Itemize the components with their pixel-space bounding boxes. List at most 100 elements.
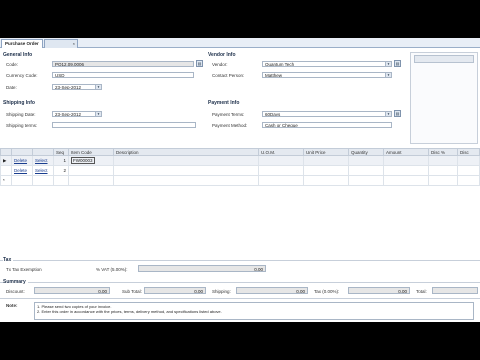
total-field bbox=[432, 287, 478, 294]
payment-terms-lookup-icon[interactable]: ▤ bbox=[394, 110, 401, 117]
description-cell[interactable] bbox=[113, 165, 259, 176]
grid-header-disc-pct[interactable]: Disc % bbox=[428, 148, 458, 156]
select-cell bbox=[32, 175, 54, 186]
new-row-marker-icon: * bbox=[0, 175, 12, 186]
table-row[interactable]: Delete Select 2 bbox=[0, 165, 480, 176]
disc-cell[interactable] bbox=[457, 155, 480, 166]
grid-header-seq[interactable]: Seq bbox=[53, 148, 69, 156]
tab-secondary[interactable]: × bbox=[44, 39, 78, 48]
shipping-date-label: Shipping Date: bbox=[6, 112, 36, 117]
disc-pct-cell[interactable] bbox=[428, 175, 458, 186]
quantity-cell[interactable] bbox=[348, 175, 384, 186]
summary-divider bbox=[0, 282, 480, 283]
currency-label: Currency Code: bbox=[6, 73, 38, 78]
payment-method-label: Payment Method: bbox=[212, 123, 248, 128]
close-icon[interactable]: × bbox=[73, 40, 75, 48]
shipping-date-field[interactable]: 23-Sep-2012 ▼ bbox=[52, 111, 102, 117]
delete-link[interactable]: Delete bbox=[14, 168, 27, 173]
notes-textarea[interactable]: 1. Please send two copies of your invoic… bbox=[34, 302, 474, 320]
subtotal-label: Sub Total: bbox=[122, 289, 142, 294]
shipping-terms-field[interactable] bbox=[52, 122, 196, 128]
item-code-cell[interactable] bbox=[68, 165, 114, 176]
general-info-title: General Info bbox=[3, 52, 33, 58]
notes-line-2: 2. Enter this order in accordance with t… bbox=[37, 309, 222, 314]
line-items-grid: Seq Item Code Description U.O.M. Unit Pr… bbox=[0, 148, 480, 186]
summary-title: Summary bbox=[3, 279, 28, 285]
amount-cell bbox=[383, 165, 429, 176]
discount-field: 0.00 bbox=[34, 287, 110, 294]
shipping-cost-field[interactable]: 0.00 bbox=[236, 287, 308, 294]
tax-exemption-label: Tx Tax Exemption bbox=[6, 267, 42, 272]
grid-header-description[interactable]: Description bbox=[113, 148, 259, 156]
vendor-info-title: Vendor Info bbox=[208, 52, 236, 58]
select-link[interactable]: Select bbox=[35, 168, 48, 173]
seq-cell: 2 bbox=[53, 165, 69, 176]
grid-header-unit-price[interactable]: Unit Price bbox=[303, 148, 349, 156]
payment-terms-label: Payment Terms: bbox=[212, 112, 245, 117]
item-code-cell[interactable] bbox=[68, 175, 114, 186]
grid-header-quantity[interactable]: Quantity bbox=[348, 148, 384, 156]
payment-method-field[interactable]: Cash or Cheque bbox=[262, 122, 392, 128]
chevron-down-icon[interactable]: ▼ bbox=[385, 73, 391, 77]
item-code-input[interactable]: FW00003 bbox=[71, 157, 95, 164]
chevron-down-icon[interactable]: ▼ bbox=[385, 112, 391, 116]
disc-cell[interactable] bbox=[457, 175, 480, 186]
shipping-info-title: Shipping Info bbox=[3, 100, 35, 106]
grid-header-amount[interactable]: Amount bbox=[383, 148, 429, 156]
grid-header-marker bbox=[0, 148, 12, 156]
code-label: Code: bbox=[6, 62, 19, 67]
calendar-dropdown-icon[interactable]: ▼ bbox=[95, 112, 101, 116]
uom-cell[interactable] bbox=[258, 175, 304, 186]
select-link[interactable]: Select bbox=[35, 158, 48, 163]
tab-purchase-order[interactable]: Purchase Order bbox=[1, 39, 43, 48]
subtotal-field: 0.00 bbox=[144, 287, 206, 294]
code-field[interactable]: PO12.09.0006 bbox=[52, 61, 194, 67]
vendor-select[interactable]: Quantum Tech ▼ bbox=[262, 61, 392, 67]
seq-cell: 1 bbox=[53, 155, 69, 166]
payment-terms-select[interactable]: 60Days ▼ bbox=[262, 111, 392, 117]
grid-header-delete bbox=[11, 148, 33, 156]
grid-header-row: Seq Item Code Description U.O.M. Unit Pr… bbox=[0, 148, 480, 156]
date-label: Date: bbox=[6, 85, 17, 90]
grid-header-uom[interactable]: U.O.M. bbox=[258, 148, 304, 156]
quantity-cell[interactable] bbox=[348, 155, 384, 166]
discount-label: Discount: bbox=[6, 289, 25, 294]
grid-header-disc[interactable]: Disc bbox=[457, 148, 480, 156]
quantity-cell[interactable] bbox=[348, 165, 384, 176]
tax-divider bbox=[0, 260, 480, 261]
grid-header-select bbox=[32, 148, 54, 156]
table-row[interactable]: ▶ Delete Select 1 FW00003 bbox=[0, 155, 480, 166]
uom-cell[interactable] bbox=[258, 155, 304, 166]
unit-price-cell[interactable] bbox=[303, 155, 349, 166]
unit-price-cell[interactable] bbox=[303, 165, 349, 176]
tab-bar: Purchase Order × bbox=[0, 38, 480, 48]
disc-pct-cell[interactable] bbox=[428, 165, 458, 176]
disc-pct-cell[interactable] bbox=[428, 155, 458, 166]
notes-label: Note: bbox=[6, 303, 18, 308]
shipping-terms-label: Shipping terms: bbox=[6, 123, 38, 128]
total-label: Total: bbox=[416, 289, 427, 294]
seq-cell bbox=[53, 175, 69, 186]
contact-select[interactable]: Matthew ▼ bbox=[262, 72, 392, 78]
calendar-dropdown-icon[interactable]: ▼ bbox=[95, 85, 101, 89]
side-panel bbox=[410, 52, 478, 144]
description-cell[interactable] bbox=[113, 155, 259, 166]
delete-link[interactable]: Delete bbox=[14, 158, 27, 163]
description-cell[interactable] bbox=[113, 175, 259, 186]
disc-cell[interactable] bbox=[457, 165, 480, 176]
chevron-down-icon[interactable]: ▼ bbox=[385, 62, 391, 66]
uom-cell[interactable] bbox=[258, 165, 304, 176]
tax-summary-label: Tax (0.00%): bbox=[314, 289, 340, 294]
table-row-new[interactable]: * bbox=[0, 175, 480, 186]
amount-cell bbox=[383, 155, 429, 166]
currency-field[interactable]: USD bbox=[52, 72, 194, 78]
grid-header-item-code[interactable]: Item Code bbox=[68, 148, 114, 156]
vendor-label: Vendor: bbox=[212, 62, 228, 67]
row-marker-icon: ▶ bbox=[0, 155, 12, 166]
vendor-lookup-icon[interactable]: ▤ bbox=[394, 60, 401, 67]
date-field[interactable]: 23-Sep-2012 ▼ bbox=[52, 84, 102, 90]
purchase-order-window: Purchase Order × General Info Code: PO12… bbox=[0, 38, 480, 322]
unit-price-cell[interactable] bbox=[303, 175, 349, 186]
code-lookup-icon[interactable]: ▤ bbox=[196, 60, 203, 67]
payment-info-title: Payment Info bbox=[208, 100, 240, 106]
